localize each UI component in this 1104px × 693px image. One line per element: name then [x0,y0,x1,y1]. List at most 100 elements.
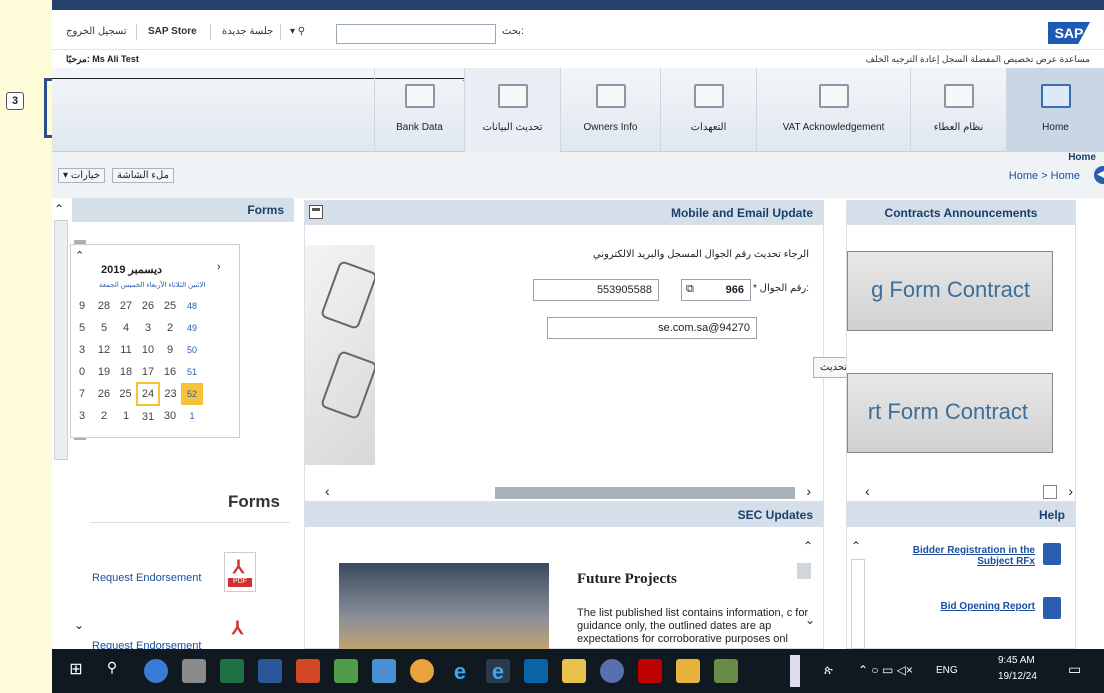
word-icon[interactable] [258,659,282,683]
mobile-email-panel: Mobile and Email Update الرجاء تحديث رقم… [304,200,879,502]
calendar-year: 2019 [101,264,126,276]
calendar-grid[interactable]: 9 28 27 26 25 48 5 5 4 3 2 49 3 12 11 10 9 50 0 19 18 17 16… [71,295,203,427]
breadcrumb[interactable]: Home > Home [1009,170,1080,182]
search-menu-icon[interactable]: ▾ ⚲ [290,26,305,37]
powerpoint-icon[interactable] [296,659,320,683]
folder-icon [943,84,974,108]
nav-home[interactable]: Home [1006,68,1104,152]
notification-icon[interactable]: ▭ [1068,661,1081,678]
app-icon[interactable] [144,659,168,683]
contract-banner-1[interactable]: g Form Contract [847,251,1053,331]
nav-update-data[interactable]: تحديث البيانات [464,68,560,152]
contracts-scrollbar[interactable]: ‹ › [847,483,1075,501]
pdf-icon[interactable]: PDF ⅄ [224,552,256,592]
email-field[interactable]: se.com.sa@94270 [547,317,757,339]
annotation-margin: 3 [0,0,52,693]
filezilla-icon[interactable] [638,659,662,683]
folder-icon [595,84,626,108]
nav-commitments[interactable]: التعهدات [660,68,756,152]
folder-icon [693,84,724,108]
sec-scroll-thumb[interactable] [797,563,811,579]
contract-banner-2[interactable]: rt Form Contract [847,373,1053,453]
document-icon[interactable] [1043,543,1061,565]
mobile-panel-title: Mobile and Email Update [305,201,823,225]
sec-body-text: The list published list contains informa… [577,607,809,645]
clock-date[interactable]: 19/12/24 [998,671,1037,682]
app-icon[interactable] [714,659,738,683]
file-explorer-icon[interactable] [562,659,586,683]
tray-icons[interactable]: ⌃ ○ ▭ ◁× [858,663,913,677]
chrome-icon[interactable] [410,659,434,683]
calendar-week-row: 0 19 18 17 16 51 [78,365,197,379]
scrollbar[interactable] [54,220,68,460]
calendar-week-row: 9 28 27 26 25 48 [78,300,197,312]
help-scroll-up-icon[interactable]: ⌃ [851,539,861,553]
app-icon[interactable] [372,659,396,683]
options-menu-button[interactable]: ▾ خيارات [58,168,106,183]
calendar-today: 24 [136,382,160,406]
minimize-icon[interactable] [309,205,323,219]
nav-vat-acknowledgement[interactable]: VAT Acknowledgement [756,68,910,152]
sec-scroll-down-icon[interactable]: ⌄ [805,613,815,627]
folder-icon [818,84,849,108]
sap-portal-window: تسجيل الخروج SAP Store جلسة جديدة ▾ ⚲ بح… [52,0,1104,693]
sap-store-link[interactable]: SAP Store [148,26,197,37]
folder-icon [404,84,435,108]
keyboard-image [305,245,375,465]
next-month-icon[interactable]: › [217,261,221,273]
clock-time[interactable]: 9:45 AM [998,655,1035,666]
outlook-icon[interactable] [524,659,548,683]
fullscreen-button[interactable]: ملء الشاشة [112,168,174,183]
search-label: بحث: [502,26,524,37]
help-scrollbar[interactable] [851,559,865,649]
ie-icon[interactable]: e [486,659,510,684]
taskbar-scroll[interactable] [790,655,800,687]
nav-owners-info[interactable]: Owners Info [560,68,660,152]
language-indicator[interactable]: ENG [936,665,958,676]
sub-header: مرحبًا: Ms Ali Test مساعدة عرض تخصيص الم… [52,50,1104,68]
app-icon[interactable] [676,659,700,683]
calendar-weekdays: الاثنين الثلاثاء الأربعاء الخميس الجمعة [99,282,206,289]
forms-subtitle: Forms [228,492,280,511]
divider [90,522,290,523]
calendar-week-row: 3 12 11 10 9 50 [78,344,197,356]
people-icon[interactable]: ጵ [824,663,833,678]
search-input[interactable] [336,24,496,44]
scroll-up-icon[interactable]: ⌃ [54,202,64,216]
app-icon[interactable] [334,659,358,683]
nav-bank-data[interactable]: Bank Data [374,68,464,152]
sec-panel-title: SEC Updates [305,503,823,527]
edge-icon[interactable]: e [448,659,472,684]
mobile-number-field[interactable]: 553905588 [533,279,659,301]
search-icon[interactable]: ⚲ [100,659,124,683]
help-panel: Help ⌃ Bidder Registration in the Subjec… [846,502,1076,649]
nav-tender-system[interactable]: نظام العطاء [910,68,1006,152]
calendar[interactable]: 2019 ديسمبر › ⌃ الاثنين الثلاثاء الأربعا… [70,244,240,438]
app-icon[interactable] [600,659,624,683]
bidder-registration-link[interactable]: Bidder Registration in the Subject RFx [885,545,1035,567]
forms-panel-title: Forms [72,198,294,222]
collapse-icon[interactable]: ◀ [1094,166,1104,184]
bid-opening-report-link[interactable]: Bid Opening Report [941,601,1035,612]
country-code-field[interactable]: 966 ⧉ [681,279,751,301]
update-instruction: الرجاء تحديث رقم الجوال المسجل والبريد ا… [592,249,809,260]
excel-icon[interactable] [220,659,244,683]
copy-icon: ⧉ [686,283,694,295]
calculator-icon[interactable] [182,659,206,683]
contracts-panel-title: Contracts Announcements [847,201,1075,225]
future-projects-heading: Future Projects [577,571,677,587]
pdf-icon-2[interactable]: ⅄ [224,614,256,650]
calendar-scroll-up-icon[interactable]: ⌃ [75,249,84,262]
windows-start-icon[interactable]: ⊞ [64,659,88,683]
utility-links[interactable]: مساعدة عرض تخصيص المفضلة السجل إعادة الت… [866,54,1090,65]
calendar-week-row: 3 2 1 31 30 1 [78,410,195,423]
scroll-down-icon[interactable]: ⌄ [74,618,84,632]
new-session-link[interactable]: جلسة جديدة [222,26,273,37]
document-icon[interactable] [1043,597,1061,619]
help-panel-title: Help [847,503,1075,527]
sec-scroll-up-icon[interactable]: ⌃ [803,539,813,553]
request-endorsement-link[interactable]: Request Endorsement [92,572,201,584]
logout-link[interactable]: تسجيل الخروج [66,26,127,37]
home-sub-tab[interactable]: Home [1068,152,1096,163]
horizontal-scrollbar[interactable]: ‹ › [305,483,825,501]
